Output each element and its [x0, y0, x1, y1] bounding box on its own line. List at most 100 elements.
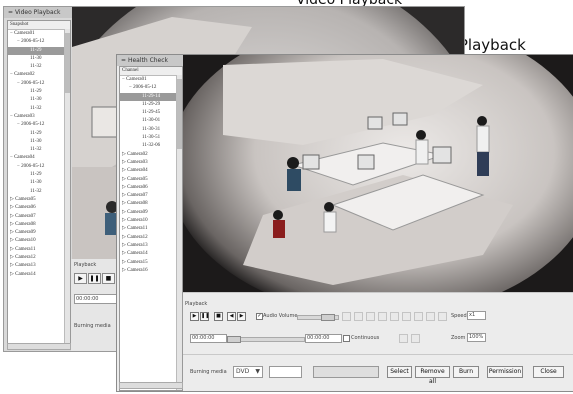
- tree-camera-node[interactable]: − Camera03: [8, 113, 70, 121]
- tree-camera-node[interactable]: ▷ Camera10: [120, 217, 182, 225]
- tree-camera-node[interactable]: − Camera04: [8, 154, 70, 162]
- tree-time-node[interactable]: 11-30-31: [120, 126, 182, 134]
- permission-button[interactable]: Permission: [487, 366, 523, 378]
- tree-date-node[interactable]: − 2006-05-12: [8, 80, 70, 88]
- tree-camera-node[interactable]: ▷ Camera07: [8, 213, 70, 221]
- tree-time-node[interactable]: 11-32: [8, 188, 70, 196]
- pause-button[interactable]: ❚❚: [88, 273, 101, 284]
- tree-date-node[interactable]: − 2006-05-12: [8, 163, 70, 171]
- tree-time-node[interactable]: 11-29: [8, 88, 70, 96]
- tree-time-node[interactable]: 11-32: [8, 146, 70, 154]
- tree-node-label: Camera09: [127, 209, 148, 215]
- end-time-field[interactable]: 00:00:00: [305, 334, 342, 343]
- stop-button[interactable]: ■: [102, 273, 115, 284]
- tree-camera-node[interactable]: ▷ Camera13: [120, 242, 182, 250]
- tree-camera-node[interactable]: ▷ Camera08: [120, 200, 182, 208]
- tree-node-label: 11-30: [30, 138, 42, 144]
- tree-camera-node[interactable]: ▷ Camera02: [120, 151, 182, 159]
- tree-date-node[interactable]: − 2006-05-12: [120, 84, 182, 92]
- tree-time-node[interactable]: 11-32: [8, 63, 70, 71]
- next-frame-button[interactable]: ▶: [237, 312, 246, 321]
- time-field[interactable]: 00:00:00: [74, 294, 117, 304]
- window-title-text: Health Check: [127, 57, 169, 64]
- tree-time-node[interactable]: 11-29: [8, 130, 70, 138]
- tree-time-node[interactable]: 11-29-45: [120, 109, 182, 117]
- tree-camera-node[interactable]: ▷ Camera11: [8, 246, 70, 254]
- tree-horizontal-scrollbar[interactable]: [119, 382, 183, 389]
- tree-time-node[interactable]: 11-30: [8, 96, 70, 104]
- tree-camera-node[interactable]: ▷ Camera12: [120, 234, 182, 242]
- media-info-field[interactable]: [269, 366, 302, 378]
- tree-camera-node[interactable]: − Camera01: [120, 76, 182, 84]
- media-select[interactable]: DVD ▼: [233, 366, 263, 378]
- tree-node-label: Camera07: [15, 213, 36, 219]
- tree-camera-node[interactable]: ▷ Camera14: [8, 271, 70, 279]
- tree-time-node[interactable]: 11-30: [8, 138, 70, 146]
- scrollbar-thumb[interactable]: [177, 79, 182, 149]
- pause-icon: ❚❚: [89, 275, 100, 282]
- window-menu-icon[interactable]: =: [8, 9, 13, 16]
- disabled-control: [366, 312, 375, 321]
- tree-date-node[interactable]: − 2006-05-12: [8, 38, 70, 46]
- tree-time-node[interactable]: 11-32-06: [120, 142, 182, 150]
- tree-camera-node[interactable]: ▷ Camera11: [120, 225, 182, 233]
- tree-node-label: 11-29: [30, 172, 42, 178]
- tree-time-node[interactable]: 11-30: [8, 179, 70, 187]
- tree-scrollbar[interactable]: [176, 75, 182, 390]
- tree-node-label: 11-30: [30, 97, 42, 103]
- tree-camera-node[interactable]: ▷ Camera05: [8, 196, 70, 204]
- audio-volume-knob[interactable]: [321, 314, 335, 321]
- tree-time-node[interactable]: 11-29: [8, 46, 70, 55]
- tree-time-node[interactable]: 11-30-51: [120, 134, 182, 142]
- audio-volume-checkbox[interactable]: ✓: [256, 313, 263, 320]
- tree-camera-node[interactable]: ▷ Camera09: [8, 229, 70, 237]
- tree-camera-node[interactable]: ▷ Camera09: [120, 209, 182, 217]
- tree-camera-node[interactable]: ▷ Camera04: [120, 167, 182, 175]
- remove-all-button[interactable]: Remove all: [415, 366, 450, 385]
- tree-node-label: 2006-05-12: [21, 163, 45, 169]
- tree-node-label: Camera07: [127, 193, 148, 199]
- tree-time-node[interactable]: 11-29-14: [120, 92, 182, 101]
- tree-date-node[interactable]: − 2006-05-12: [8, 121, 70, 129]
- tree-camera-node[interactable]: ▷ Camera10: [8, 237, 70, 245]
- continuous-checkbox[interactable]: [343, 335, 350, 342]
- window-menu-icon[interactable]: =: [121, 57, 126, 64]
- tree-camera-node[interactable]: ▷ Camera16: [120, 267, 182, 275]
- tree-camera-node[interactable]: ▷ Camera03: [120, 159, 182, 167]
- tree-scrollbar[interactable]: [64, 29, 70, 349]
- tree-node-label: Camera06: [15, 205, 36, 211]
- tree-horizontal-scrollbar[interactable]: [7, 343, 71, 350]
- tree-camera-node[interactable]: − Camera02: [8, 71, 70, 79]
- tree-camera-node[interactable]: ▷ Camera14: [120, 250, 182, 258]
- burn-button[interactable]: Burn: [453, 366, 479, 378]
- tree-node-label: 11-29: [30, 47, 42, 53]
- close-button[interactable]: Close: [533, 366, 564, 378]
- tree-camera-node[interactable]: − Camera01: [8, 30, 70, 38]
- zoom-field[interactable]: 100%: [467, 333, 486, 342]
- speed-field[interactable]: x1: [467, 311, 486, 320]
- tree-time-node[interactable]: 11-30: [8, 55, 70, 63]
- start-time-field[interactable]: 00:00:00: [190, 334, 227, 343]
- tree-camera-node[interactable]: ▷ Camera12: [8, 254, 70, 262]
- tree-time-node[interactable]: 11-29-29: [120, 101, 182, 109]
- tree-camera-node[interactable]: ▷ Camera13: [8, 262, 70, 270]
- tree-time-node[interactable]: 11-32: [8, 105, 70, 113]
- tree-time-node[interactable]: 11-29: [8, 171, 70, 179]
- tree-header: Snapshot: [8, 21, 70, 30]
- tree-camera-node[interactable]: ▷ Camera05: [120, 176, 182, 184]
- pause-button[interactable]: ❚❚: [200, 312, 209, 321]
- stop-button[interactable]: ■: [214, 312, 223, 321]
- play-button[interactable]: ▶: [74, 273, 87, 284]
- timeline-knob[interactable]: [227, 336, 241, 343]
- tree-camera-node[interactable]: ▷ Camera07: [120, 192, 182, 200]
- scrollbar-thumb[interactable]: [65, 33, 70, 93]
- tree-camera-node[interactable]: ▷ Camera15: [120, 259, 182, 267]
- select-button[interactable]: Select: [387, 366, 412, 378]
- prev-frame-button[interactable]: ◀: [227, 312, 236, 321]
- tree-camera-node[interactable]: ▷ Camera06: [120, 184, 182, 192]
- tree-camera-node[interactable]: ▷ Camera08: [8, 221, 70, 229]
- play-button[interactable]: ▶: [190, 312, 199, 321]
- tree-time-node[interactable]: 11-30-01: [120, 117, 182, 125]
- tree-camera-node[interactable]: ▷ Camera06: [8, 204, 70, 212]
- tree-node-label: 11-29: [30, 130, 42, 136]
